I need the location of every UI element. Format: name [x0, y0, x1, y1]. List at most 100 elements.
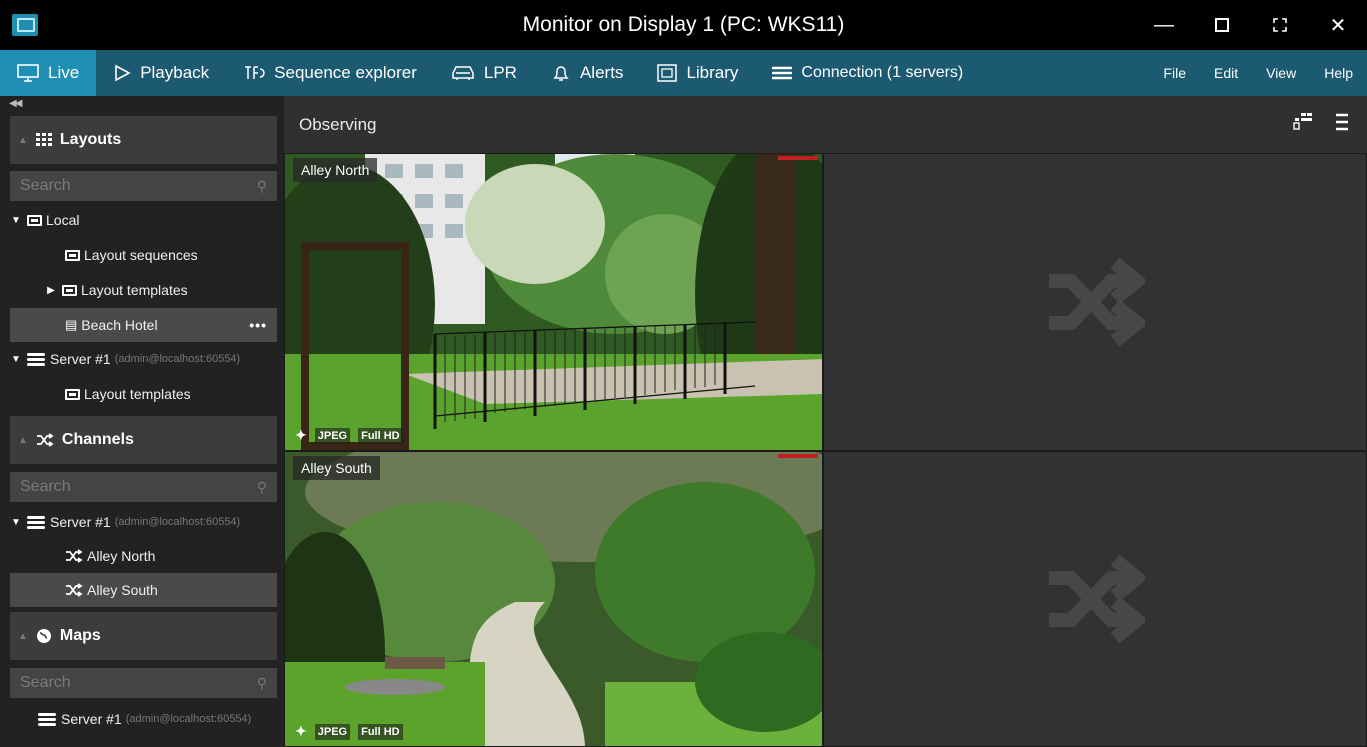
grid-icon — [35, 133, 52, 146]
menu-edit[interactable]: Edit — [1200, 50, 1252, 96]
channels-search-input[interactable] — [20, 478, 220, 496]
codec-badge: JPEG — [314, 427, 351, 444]
tree-item-alley-north[interactable]: Alley North — [10, 539, 277, 573]
app-window: Monitor on Display 1 (PC: WKS11) — ✕ Liv… — [0, 0, 1367, 747]
shuffle-placeholder-icon — [1049, 257, 1145, 347]
menu-view[interactable]: View — [1252, 50, 1310, 96]
tab-lpr[interactable]: LPR — [434, 50, 534, 96]
tree-item-server-layout-templates[interactable]: Layout templates — [10, 377, 277, 411]
maps-search-input[interactable] — [20, 674, 220, 692]
server-stack-icon — [772, 66, 793, 80]
tree-item-label: Local — [46, 212, 80, 228]
camera-grid: Alley North ✦ JPEG Full HD Alley South ✦… — [284, 153, 1367, 747]
camera-tile-alley-north[interactable]: Alley North ✦ JPEG Full HD — [284, 153, 823, 451]
title-bar: Monitor on Display 1 (PC: WKS11) — ✕ — [0, 0, 1367, 50]
server-address: (admin@localhost:60554) — [125, 713, 252, 725]
minimize-button[interactable]: — — [1135, 0, 1193, 50]
tree-item-label: Alley North — [87, 548, 156, 564]
collapse-caret-icon: ▲ — [18, 434, 28, 446]
tab-library-label: Library — [686, 63, 739, 82]
search-icon: ⚲ — [256, 478, 267, 495]
maps-section-header[interactable]: ▲ Maps — [10, 612, 277, 660]
tree-item-label: Alley South — [87, 582, 158, 598]
maps-search: ⚲ — [10, 668, 277, 698]
tile-info: ✦ JPEG Full HD — [295, 427, 403, 444]
tab-playback[interactable]: Playback — [96, 50, 226, 96]
fullscreen-icon — [1273, 18, 1287, 32]
tile-label: Alley South — [293, 456, 380, 480]
tree-item-layout-templates[interactable]: ▶ Layout templates — [10, 273, 277, 307]
motion-person-icon: ✦ — [295, 427, 307, 443]
car-icon — [452, 66, 474, 80]
tab-library[interactable]: Library — [640, 50, 755, 96]
close-button[interactable]: ✕ — [1309, 0, 1367, 50]
fullscreen-button[interactable] — [1251, 0, 1309, 50]
observing-header: Observing — [284, 96, 1367, 153]
tree-item-layout-sequences[interactable]: Layout sequences — [10, 238, 277, 272]
layout-icon: ▤ — [65, 317, 78, 332]
layouts-search: ⚲ — [10, 171, 277, 201]
layouts-search-input[interactable] — [20, 177, 220, 195]
folder-icon — [65, 249, 80, 261]
menu-right-group: File Edit View Help — [1149, 50, 1367, 96]
collapsed-arrow-icon: ▶ — [47, 284, 55, 296]
maximize-icon — [1215, 18, 1229, 32]
expand-arrow-icon: ▼ — [11, 214, 21, 226]
tree-item-local[interactable]: ▼ Local — [10, 203, 277, 237]
close-icon: ✕ — [1329, 14, 1347, 37]
tab-live[interactable]: Live — [0, 50, 97, 96]
more-options-icon[interactable]: ••• — [249, 317, 267, 333]
tree-item-label: Layout templates — [84, 386, 191, 402]
search-icon: ⚲ — [256, 674, 267, 691]
tree-item-label: Layout sequences — [84, 247, 198, 263]
tree-item-alley-south[interactable]: Alley South — [10, 573, 277, 607]
tab-connection-label: Connection (1 servers) — [801, 64, 964, 81]
camera-tile-empty-2[interactable] — [823, 451, 1367, 747]
folder-icon — [62, 284, 77, 296]
tree-item-maps-server-1[interactable]: Server #1 (admin@localhost:60554) — [10, 702, 277, 736]
tab-lpr-label: LPR — [483, 63, 517, 82]
camera-feed-alley-north — [285, 154, 822, 450]
bell-icon — [553, 66, 569, 81]
tree-item-beach-hotel[interactable]: ▤ Beach Hotel ••• — [10, 308, 277, 342]
sequence-icon — [245, 66, 265, 79]
menu-help[interactable]: Help — [1310, 50, 1367, 96]
expand-arrow-icon: ▼ — [11, 516, 21, 528]
camera-tile-alley-south[interactable]: Alley South ✦ JPEG Full HD — [284, 451, 823, 747]
layouts-title: Layouts — [59, 131, 122, 148]
hamburger-menu-icon[interactable] — [1335, 112, 1349, 132]
main-menu-bar: Live Playback Sequence explorer LPR Aler… — [0, 50, 1367, 96]
channels-section-header[interactable]: ▲ Channels — [10, 416, 277, 464]
tab-connection[interactable]: Connection (1 servers) — [755, 50, 980, 96]
search-icon: ⚲ — [256, 177, 267, 194]
maximize-button[interactable] — [1193, 0, 1251, 50]
layouts-section-header[interactable]: ▲ Layouts — [10, 116, 277, 164]
tab-alerts[interactable]: Alerts — [534, 50, 640, 96]
play-icon — [115, 64, 131, 82]
menu-file[interactable]: File — [1149, 50, 1200, 96]
recording-indicator — [778, 454, 818, 458]
camera-feed-alley-south — [285, 452, 822, 746]
header-tools — [1293, 112, 1349, 132]
tree-item-label: Server #1 — [50, 351, 111, 367]
tree-item-label: Server #1 — [61, 711, 122, 727]
channels-search: ⚲ — [10, 472, 277, 502]
tab-sequence-explorer[interactable]: Sequence explorer — [226, 50, 434, 96]
tree-item-channels-server-1[interactable]: ▼ Server #1 (admin@localhost:60554) — [10, 505, 277, 539]
window-controls: — ✕ — [1135, 0, 1367, 50]
server-icon — [27, 353, 45, 366]
main-area: Observing Alley North ✦ JPEG Full HD All… — [284, 96, 1367, 747]
server-icon — [27, 516, 45, 529]
resolution-badge: Full HD — [358, 427, 403, 444]
folder-icon — [65, 388, 80, 400]
tree-item-label: Layout templates — [81, 282, 188, 298]
minimize-icon: — — [1154, 13, 1174, 36]
camera-tile-empty-1[interactable] — [823, 153, 1367, 451]
tile-info: ✦ JPEG Full HD — [295, 723, 403, 740]
layout-grid-icon[interactable] — [1293, 112, 1313, 130]
collapse-panel-icon[interactable]: ◀◀ — [9, 98, 22, 109]
tree-item-server-1[interactable]: ▼ Server #1 (admin@localhost:60554) — [10, 342, 277, 376]
collapse-caret-icon: ▲ — [18, 630, 28, 642]
folder-icon — [27, 214, 42, 226]
left-panel: ◀◀ ▲ Layouts ⚲ ▼ Local Layout sequences … — [0, 96, 284, 747]
